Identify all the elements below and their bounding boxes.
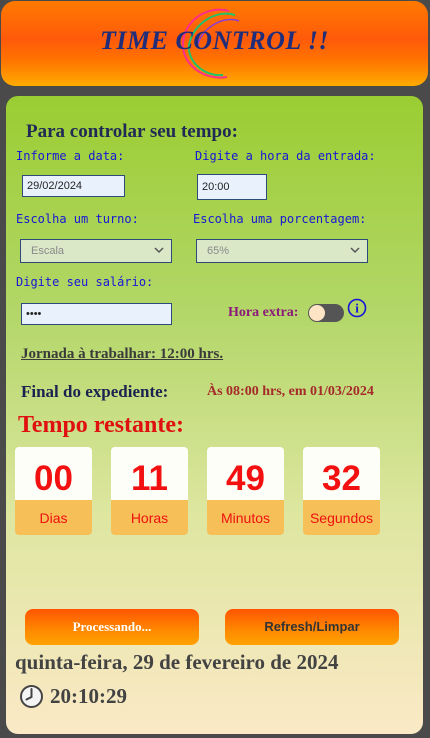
remaining-time-title: Tempo restante:: [18, 412, 184, 438]
chevron-down-icon: [350, 247, 360, 254]
countdown-seconds-label: Segundos: [303, 500, 380, 535]
section-title: Para controlar seu tempo:: [26, 121, 238, 142]
date-input[interactable]: 29/02/2024: [22, 175, 125, 197]
current-time: 20:10:29: [50, 684, 127, 708]
overtime-toggle[interactable]: [308, 304, 344, 322]
main-card: Para controlar seu tempo: Informe a data…: [6, 96, 423, 734]
countdown-minutes: 49 Minutos: [207, 447, 284, 535]
salary-label: Digite seu salário:: [16, 275, 154, 289]
countdown-seconds-value: 32: [303, 447, 380, 500]
percent-select[interactable]: 65%: [196, 239, 368, 263]
countdown-hours-value: 11: [111, 447, 188, 500]
percent-select-value: 65%: [207, 245, 230, 257]
countdown-hours-label: Horas: [111, 500, 188, 535]
end-of-shift-label: Final do expediente:: [21, 382, 169, 401]
shift-select-value: Escala: [31, 245, 65, 257]
countdown-days: 00 Dias: [15, 447, 92, 535]
countdown-minutes-label: Minutos: [207, 500, 284, 535]
date-label: Informe a data:: [16, 149, 125, 163]
countdown-days-value: 00: [15, 447, 92, 500]
app-title: TIME CONTROL !!: [99, 26, 329, 55]
percent-label: Escolha uma porcentagem:: [193, 212, 367, 226]
clock-icon: [20, 685, 43, 708]
countdown-hours: 11 Horas: [111, 447, 188, 535]
chevron-down-icon: [154, 247, 164, 254]
countdown-seconds: 32 Segundos: [303, 447, 380, 535]
refresh-button[interactable]: Refresh/Limpar: [225, 609, 399, 645]
app-header: TIME CONTROL !!: [1, 1, 428, 86]
salary-input[interactable]: ••••: [21, 303, 172, 325]
info-icon[interactable]: i: [347, 298, 367, 318]
countdown-days-label: Dias: [15, 500, 92, 535]
countdown-minutes-value: 49: [207, 447, 284, 500]
shift-select[interactable]: Escala: [20, 239, 172, 263]
info-icon-glyph: i: [355, 301, 359, 316]
entry-time-input[interactable]: 20:00: [197, 174, 267, 200]
overtime-label: Hora extra:: [228, 305, 299, 320]
end-of-shift-value: Às 08:00 hrs, em 01/03/2024: [207, 384, 374, 399]
shift-label: Escolha um turno:: [16, 212, 139, 226]
current-time-row: 20:10:29: [19, 684, 127, 709]
current-date: quinta-feira, 29 de fevereiro de 2024: [15, 650, 339, 674]
process-button[interactable]: Processando...: [25, 609, 199, 645]
workday-text: Jornada à trabalhar: 12:00 hrs.: [21, 346, 224, 362]
toggle-knob: [309, 305, 325, 321]
entry-time-label: Digite a hora da entrada:: [195, 149, 376, 163]
